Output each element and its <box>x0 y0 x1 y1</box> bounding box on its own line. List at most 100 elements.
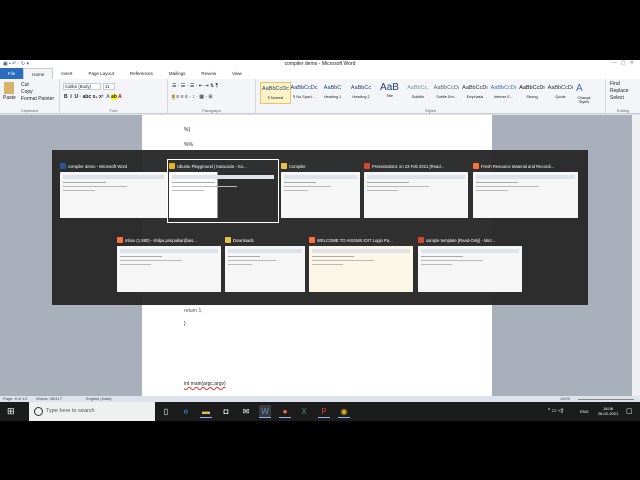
task-window-thumbnail <box>281 172 360 218</box>
alignment-buttons[interactable]: ≡ ≡ ≡ ≡ · ↕ · ▦ · ⊞ <box>172 94 213 100</box>
style-5[interactable]: AaBbCc. Subtitle <box>403 82 434 104</box>
firefox-icon[interactable]: ● <box>279 405 291 418</box>
style-7[interactable]: AaBbCcDı Emphasis <box>460 82 491 104</box>
language-indicator[interactable]: ENG <box>580 409 589 414</box>
task-window[interactable]: Inbox (1,880) - shilpa.pimpalkar@ais... <box>117 235 221 295</box>
mail-icon[interactable]: ✉ <box>240 405 252 418</box>
style-8[interactable]: AaBbCcDı Intense E... <box>488 82 519 104</box>
doc-line: %} <box>184 127 191 133</box>
word-icon[interactable]: W <box>259 405 271 418</box>
task-window[interactable]: WELCOME TO AISSMS IOIT Login Pa... <box>309 235 413 295</box>
style-name: Heading 2 <box>352 95 370 99</box>
ribbon-tabs: File Home Insert Page Layout References … <box>0 68 640 79</box>
font-name-select[interactable]: Calibri (Body) <box>63 83 101 90</box>
paste-button[interactable]: Paste <box>3 95 16 101</box>
excel-icon[interactable]: X <box>298 405 310 418</box>
edge-icon[interactable]: e <box>180 405 192 418</box>
taskbar: ⊞ Type here to search ▯ e ▬ ◘ ✉ W ● X P … <box>0 402 640 421</box>
paragraph-group: ☰ · ☰ · ☰ · ⇤ ⇥ ⇅ ¶ ≡ ≡ ≡ ≡ · ↕ · ▦ · ⊞ … <box>168 79 256 114</box>
style-name: ¶ No Spaci... <box>293 95 315 99</box>
app-icon <box>473 163 479 169</box>
copy-button[interactable]: Copy <box>21 89 33 95</box>
task-window[interactable]: compiler demo - Microsoft Word <box>60 161 167 221</box>
style-name: Subtle Em... <box>436 95 457 99</box>
clock-date: 26-02-2021 <box>597 411 619 416</box>
cut-button[interactable]: Cut <box>21 82 29 88</box>
title-bar: ▣ ▪ ↶ · ↻ ▾ compiler demo - Microsoft Wo… <box>0 60 640 68</box>
task-window-label: Inbox (1,880) - shilpa.pimpalkar@ais... <box>117 235 221 245</box>
group-label: Editing <box>616 108 630 113</box>
group-label: Paragraph <box>202 108 221 113</box>
style-2[interactable]: AaBbC Heading 1 <box>317 82 348 104</box>
task-window[interactable]: Ubuntu Playground | Katacoda - Go... <box>167 159 279 223</box>
clock[interactable]: 18:08 26-02-2021 <box>596 406 620 416</box>
style-4[interactable]: AaB Title <box>374 82 405 104</box>
zoom-slider[interactable] <box>578 398 634 400</box>
system-tray-icons[interactable]: ^ ▭ ◁) <box>548 408 563 414</box>
group-label: Clipboard <box>20 108 39 113</box>
app-icon <box>60 163 66 169</box>
select-button[interactable]: Select <box>610 95 624 101</box>
task-window[interactable]: Downloads <box>225 235 305 295</box>
ribbon: Paste Cut Copy Format Painter Clipboard … <box>0 79 640 114</box>
task-window-thumbnail <box>60 172 167 218</box>
tab-page-layout[interactable]: Page Layout <box>81 68 122 79</box>
format-painter-button[interactable]: Format Painter <box>21 96 54 102</box>
tab-mailings[interactable]: Mailings <box>161 68 194 79</box>
tab-insert[interactable]: Insert <box>53 68 80 79</box>
tab-view[interactable]: View <box>224 68 250 79</box>
find-button[interactable]: Find <box>610 81 620 87</box>
style-0[interactable]: AaBbCcDc ¶ Normal <box>260 82 291 104</box>
vertical-scrollbar[interactable] <box>632 115 640 396</box>
task-window[interactable]: Compiler <box>281 161 360 221</box>
zoom-level[interactable]: 110% <box>560 396 570 401</box>
style-6[interactable]: AaBbCcDı Subtle Em... <box>431 82 462 104</box>
task-view-icon[interactable]: ▯ <box>160 405 172 418</box>
style-1[interactable]: AaBbCcDc ¶ No Spaci... <box>289 82 320 104</box>
word-count[interactable]: Words: 28/417 <box>36 396 62 401</box>
task-window-label: Ubuntu Playground | Katacoda - Go... <box>169 161 277 171</box>
tab-home[interactable]: Home <box>23 68 54 79</box>
language-status[interactable]: English (India) <box>86 396 112 401</box>
font-format-buttons[interactable]: B I U · abc x₂ x² A ab A <box>64 94 122 100</box>
notifications-icon[interactable]: ▢ <box>626 407 633 415</box>
window-controls[interactable]: — ▢ ✕ <box>612 60 634 66</box>
page-count[interactable]: Page: 8 of 13 <box>3 396 27 401</box>
task-window-title: Fresh Resource Material and Recordi... <box>481 163 555 169</box>
tab-review[interactable]: Review <box>193 68 224 79</box>
tab-file[interactable]: File <box>0 68 24 79</box>
style-9[interactable]: AaBbCcDı Strong <box>517 82 548 104</box>
clipboard-group: Paste Cut Copy Format Painter Clipboard <box>0 79 60 114</box>
editing-group: Find Replace Select Editing <box>606 79 640 114</box>
powerpoint-icon[interactable]: P <box>318 405 330 418</box>
chrome-icon[interactable]: ◉ <box>338 405 350 418</box>
task-window-thumbnail <box>225 246 305 292</box>
task-window[interactable]: sample template [Read-Only] - Micr... <box>418 235 522 295</box>
replace-button[interactable]: Replace <box>610 88 628 94</box>
task-window[interactable]: Fresh Resource Material and Recordi... <box>473 161 578 221</box>
style-3[interactable]: AaBbCc Heading 2 <box>346 82 377 104</box>
styles-group: AaBbCcDc ¶ Normal AaBbCcDc ¶ No Spaci... AaB… <box>256 79 606 114</box>
task-window-label: Downloads <box>225 235 305 245</box>
change-styles-button[interactable]: Change Styles <box>574 96 594 104</box>
task-window-label: compiler demo - Microsoft Word <box>60 161 167 171</box>
doc-line: int main(argc,argv) <box>184 381 226 387</box>
style-10[interactable]: AaBbCcDı Quote <box>545 82 576 104</box>
file-explorer-icon[interactable]: ▬ <box>200 405 212 418</box>
start-button[interactable]: ⊞ <box>7 407 15 416</box>
task-window[interactable]: Presentation1 on 23 Feb 2021 [Read... <box>364 161 468 221</box>
style-sample: AaBbCcDc <box>290 85 318 91</box>
search-box[interactable]: Type here to search <box>29 402 155 421</box>
app-icon <box>117 237 123 243</box>
app-icon <box>418 237 424 243</box>
task-window-title: compiler demo - Microsoft Word <box>68 163 128 169</box>
store-icon[interactable]: ◘ <box>220 405 232 418</box>
tab-references[interactable]: References <box>122 68 161 79</box>
style-sample: AaBbCcDı <box>519 85 545 91</box>
font-size-select[interactable]: 11 <box>103 83 115 90</box>
style-sample: AaBbCcDı <box>490 85 517 91</box>
task-window-label: sample template [Read-Only] - Micr... <box>418 235 522 245</box>
list-buttons[interactable]: ☰ · ☰ · ☰ · ⇤ ⇥ ⇅ ¶ <box>172 83 218 89</box>
app-icon <box>309 237 315 243</box>
task-window-title: Downloads <box>233 237 254 243</box>
